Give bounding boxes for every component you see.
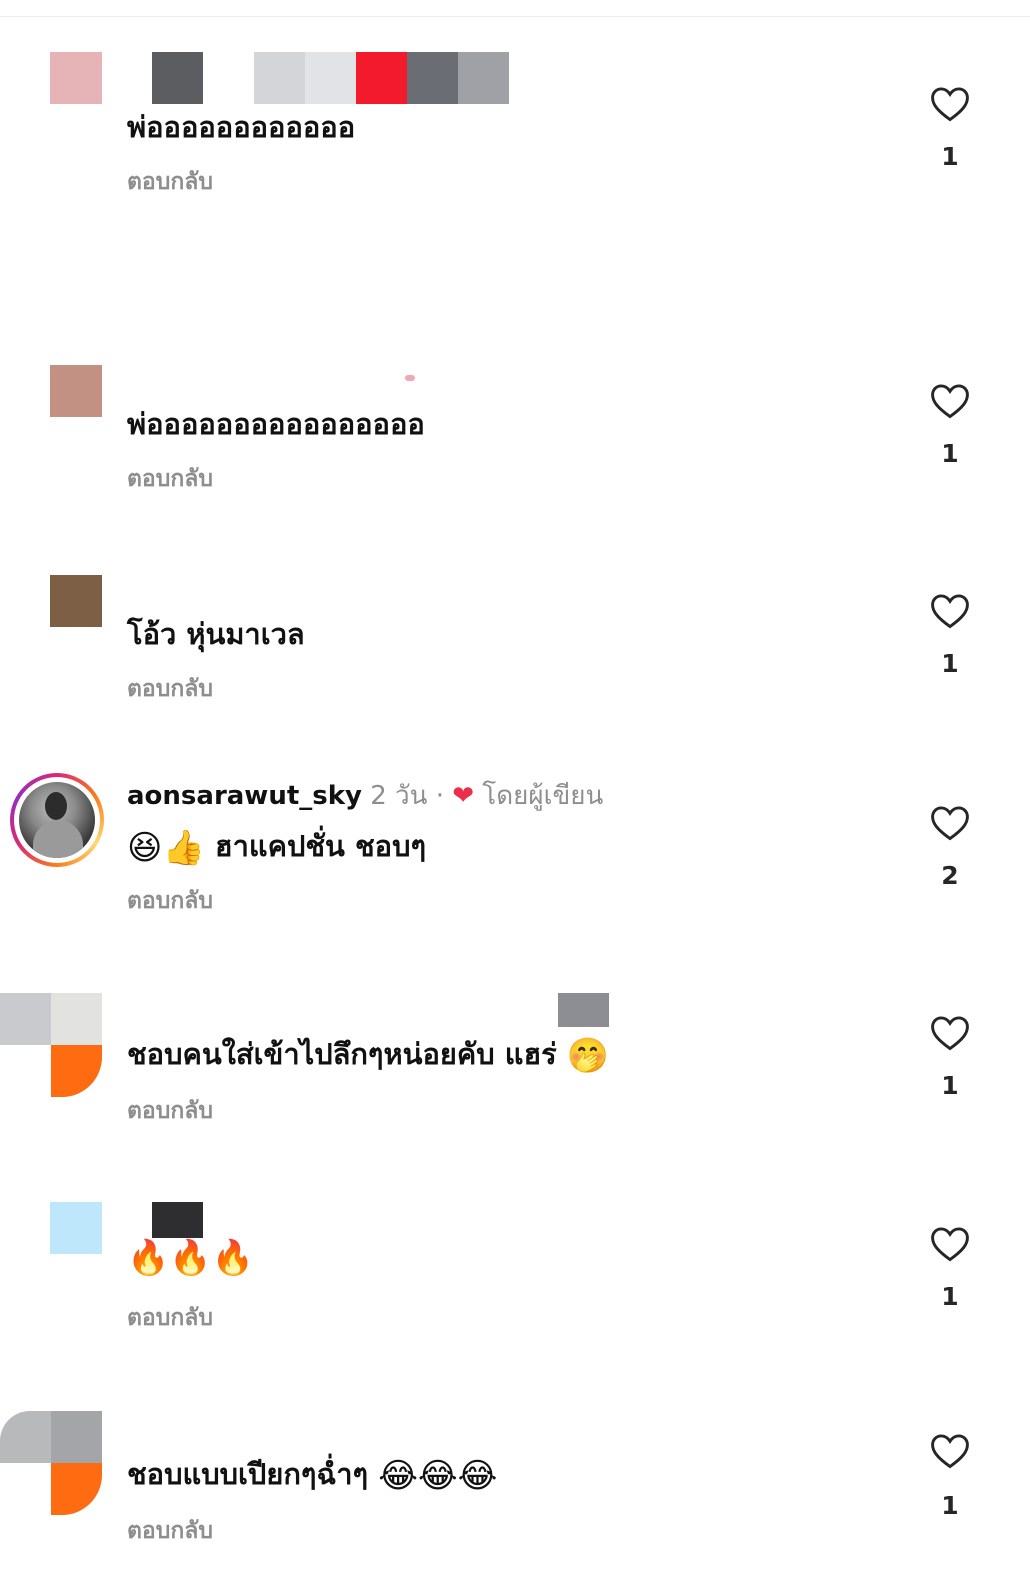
heart-outline-icon <box>931 594 969 629</box>
separator: · <box>435 781 444 811</box>
like-count: 1 <box>941 1491 959 1520</box>
heart-outline-icon <box>931 87 969 122</box>
like-button[interactable] <box>928 1011 972 1055</box>
avatar[interactable] <box>10 773 104 867</box>
avatar[interactable] <box>50 575 102 627</box>
avatar[interactable] <box>50 1202 102 1254</box>
emoji: 😆👍 <box>127 828 205 868</box>
heart-outline-icon <box>931 806 969 841</box>
reply-button[interactable]: ตอบกลับ <box>127 1300 213 1336</box>
reply-button[interactable]: ตอบกลับ <box>127 164 213 200</box>
comment-text: ชอบแบบเปียกๆฉ่ำๆ 😂😂😂 <box>127 1456 498 1496</box>
comment-text: พ่ออออออออออออออออ <box>127 407 425 441</box>
profile-photo <box>19 782 95 858</box>
like-count: 1 <box>941 1071 959 1100</box>
emoji: 😂😂😂 <box>378 1456 498 1496</box>
heart-outline-icon <box>931 384 969 419</box>
avatar[interactable] <box>50 52 102 104</box>
reply-button[interactable]: ตอบกลับ <box>127 671 213 707</box>
heart-outline-icon <box>931 1016 969 1051</box>
heart-filled-icon: ❤ <box>452 781 475 811</box>
like-button[interactable] <box>928 1222 972 1266</box>
like-count: 2 <box>941 861 959 890</box>
heart-outline-icon <box>931 1434 969 1469</box>
reply-button[interactable]: ตอบกลับ <box>127 1513 213 1549</box>
like-count: 1 <box>941 439 959 468</box>
reply-button[interactable]: ตอบกลับ <box>127 883 213 919</box>
like-button[interactable] <box>928 379 972 423</box>
avatar[interactable] <box>0 1411 102 1515</box>
comment-text: โอ้ว หุ่นมาเวล <box>127 617 305 651</box>
like-button[interactable] <box>928 801 972 845</box>
emoji: 🤭 <box>566 1036 610 1076</box>
avatar[interactable] <box>50 365 102 417</box>
top-divider <box>0 16 1030 17</box>
like-count: 1 <box>941 649 959 678</box>
comment-text: ชอบคนใส่เข้าไปลึกๆหน่อยคับ แฮร่ 🤭 <box>127 1036 610 1076</box>
comment-text: 🔥🔥🔥 <box>127 1238 254 1278</box>
like-button[interactable] <box>928 82 972 126</box>
fire-emoji: 🔥🔥🔥 <box>127 1238 255 1278</box>
heart-outline-icon <box>931 1227 969 1262</box>
comment-text: พ่ออออออออออออ <box>127 110 356 144</box>
avatar[interactable] <box>0 993 102 1097</box>
comment-text: 😆👍 ฮาแคปชั่น ชอบๆ <box>127 828 427 868</box>
reply-button[interactable]: ตอบกลับ <box>127 1093 213 1129</box>
liked-by-author-label: โดยผู้เขียน <box>482 781 604 811</box>
like-button[interactable] <box>928 1429 972 1473</box>
like-count: 1 <box>941 1282 959 1311</box>
timestamp: 2 วัน <box>370 781 428 811</box>
username[interactable]: aonsarawut_sky <box>127 781 362 811</box>
like-button[interactable] <box>928 589 972 633</box>
like-count: 1 <box>941 142 959 171</box>
comment-meta: aonsarawut_sky 2 วัน · ❤ โดยผู้เขียน <box>127 775 603 816</box>
reply-button[interactable]: ตอบกลับ <box>127 461 213 497</box>
